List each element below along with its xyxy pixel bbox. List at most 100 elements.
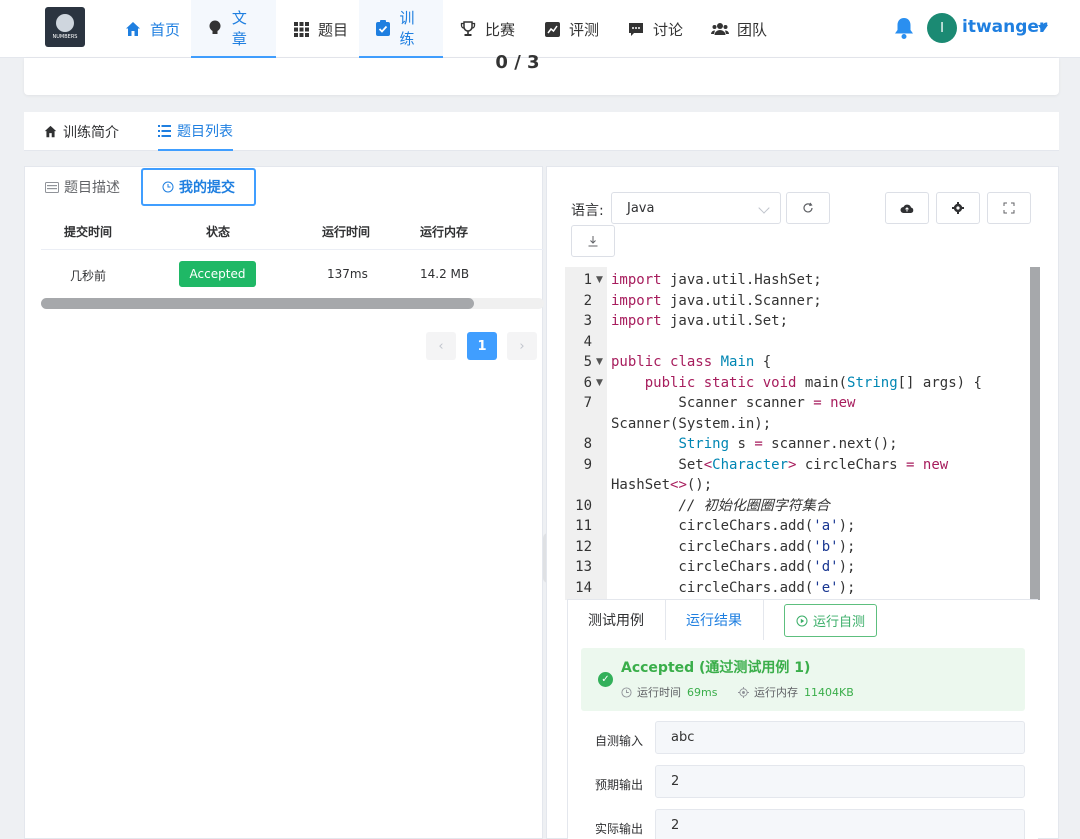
column-header[interactable]: 运行内存 — [420, 223, 468, 240]
self-test-input-field[interactable]: abc — [655, 721, 1025, 754]
result-summary: ✓ Accepted (通过测试用例 1) 运行时间 69ms 运行内存 114… — [581, 648, 1025, 711]
result-title: Accepted (通过测试用例 1) — [621, 660, 811, 676]
prev-page-button[interactable]: ‹ — [426, 332, 456, 360]
tab-test-case[interactable]: 测试用例 — [588, 600, 644, 640]
site-logo[interactable]: NUMBERS — [45, 7, 85, 47]
username[interactable]: itwanger — [962, 17, 1047, 37]
nav-teams[interactable]: 团队 — [695, 0, 783, 58]
code-line[interactable]: HashSet<>(); — [611, 475, 712, 495]
code-line[interactable]: circleChars.add('b'); — [611, 537, 855, 557]
fold-arrow-icon[interactable]: ▼ — [596, 373, 603, 393]
self-test-input-label: 自测输入 — [595, 734, 644, 748]
refresh-icon — [802, 199, 814, 218]
bulb-icon — [207, 19, 224, 37]
top-navbar: NUMBERS 首页 文章 题目 训练 比赛 评测 讨论 团队 I itwang… — [0, 0, 1080, 58]
horizontal-scrollbar-thumb[interactable] — [41, 298, 474, 309]
chevron-down-icon[interactable] — [1038, 25, 1048, 32]
tab-label: 题目描述 — [64, 180, 120, 196]
nav-discussion[interactable]: 讨论 — [611, 0, 699, 58]
editor-settings-button[interactable] — [936, 192, 980, 224]
code-line[interactable]: circleChars.add('a'); — [611, 516, 855, 536]
line-number: 4 — [583, 333, 592, 350]
nav-judge[interactable]: 评测 — [527, 0, 615, 58]
logo-text: NUMBERS — [52, 34, 78, 40]
tab-problem-list[interactable]: 题目列表 — [158, 112, 233, 151]
column-header[interactable]: 提交时间 — [64, 223, 112, 240]
nav-contests[interactable]: 比赛 — [443, 0, 531, 58]
fullscreen-button[interactable] — [987, 192, 1031, 224]
code-line[interactable]: String s = scanner.next(); — [611, 434, 897, 454]
tab-run-result[interactable]: 运行结果 — [686, 600, 742, 640]
tab-training-intro[interactable]: 训练简介 — [44, 112, 119, 151]
reset-code-button[interactable] — [786, 192, 830, 224]
line-number: 7 — [583, 395, 592, 411]
code-panel: 语言: Java 1 ▼ import java.util.HashSet; 2 imp… — [546, 166, 1059, 839]
run-self-test-button[interactable]: 运行自测 — [784, 604, 877, 637]
code-line[interactable]: Scanner scanner = new — [611, 393, 855, 413]
users-icon — [711, 20, 729, 38]
language-select[interactable]: Java — [611, 192, 781, 224]
upload-code-button[interactable] — [885, 192, 929, 224]
expected-output-field[interactable]: 2 — [655, 765, 1025, 798]
nav-articles[interactable]: 文章 — [191, 0, 276, 58]
user-avatar[interactable]: I — [927, 13, 957, 43]
tab-my-submissions[interactable]: 我的提交 — [141, 168, 256, 206]
runtime-meta: 运行时间 69ms — [621, 684, 717, 700]
code-line[interactable]: Scanner(System.in); — [611, 414, 771, 434]
code-line[interactable]: // 初始化圈圈字符集合 — [611, 496, 829, 516]
code-line[interactable]: circleChars.add('e'); — [611, 578, 855, 598]
clock-icon — [621, 686, 632, 698]
notification-bell-icon[interactable] — [892, 16, 916, 40]
code-editor[interactable]: 1 ▼ import java.util.HashSet; 2 import java.… — [565, 267, 1040, 600]
play-circle-icon — [796, 615, 808, 627]
nav-label: 训练 — [399, 9, 415, 48]
list-icon — [158, 124, 171, 137]
nav-home[interactable]: 首页 — [108, 0, 196, 58]
tab-label: 训练简介 — [63, 124, 119, 141]
training-tabs: 训练简介 题目列表 — [24, 112, 1059, 151]
fold-arrow-icon[interactable]: ▼ — [596, 352, 603, 372]
download-code-button[interactable] — [571, 225, 615, 257]
line-number: 3 — [583, 313, 592, 329]
line-number: 2 — [583, 292, 592, 309]
nav-training[interactable]: 训练 — [359, 0, 443, 58]
code-line[interactable]: import java.util.HashSet; — [611, 270, 822, 290]
nav-label: 首页 — [150, 20, 181, 39]
table-divider — [41, 249, 544, 250]
tab-problem-description[interactable]: 题目描述 — [45, 167, 120, 207]
runtime-value: 69ms — [687, 685, 718, 699]
code-line[interactable]: circleChars.add('d'); — [611, 557, 855, 577]
column-header[interactable]: 运行时间 — [322, 223, 370, 240]
line-number: 1 — [583, 272, 592, 288]
memory-cell: 14.2 MB — [420, 267, 470, 281]
next-page-button[interactable]: › — [507, 332, 537, 360]
actual-output-field[interactable]: 2 — [655, 809, 1025, 839]
chevron-down-icon — [758, 202, 770, 214]
training-progress: 0 / 3 — [495, 52, 540, 73]
tab-label: 题目列表 — [177, 123, 233, 140]
page-number-button[interactable]: 1 — [467, 332, 497, 360]
nav-problems[interactable]: 题目 — [276, 0, 364, 58]
submit-time-cell: 几秒前 — [70, 269, 107, 283]
line-number: 5 — [583, 354, 592, 370]
code-line[interactable]: import java.util.Scanner; — [611, 291, 822, 311]
editor-scrollbar[interactable] — [1030, 267, 1040, 600]
home-icon — [44, 125, 57, 138]
memory-label: 运行内存 — [754, 686, 798, 699]
code-line[interactable]: public class Main { — [611, 352, 771, 372]
tab-divider — [763, 600, 764, 640]
column-header[interactable]: 状态 — [206, 223, 230, 240]
run-console: 测试用例 运行结果 运行自测 ✓ Accepted (通过测试用例 1) 运行时… — [567, 599, 1038, 839]
code-line[interactable]: import java.util.Set; — [611, 311, 788, 331]
nav-label: 题目 — [318, 20, 349, 39]
code-line[interactable]: public static void main(String[] args) { — [611, 373, 982, 393]
fold-arrow-icon[interactable]: ▼ — [596, 270, 603, 290]
status-badge[interactable]: Accepted — [179, 261, 256, 287]
nav-label: 团队 — [737, 20, 768, 39]
fullscreen-icon — [1003, 199, 1015, 218]
cloud-upload-icon — [900, 199, 914, 218]
code-line[interactable]: Set<Character> circleChars = new — [611, 455, 948, 475]
nav-label: 评测 — [569, 20, 600, 39]
line-number: 10 — [575, 497, 592, 514]
actual-output-label: 实际输出 — [595, 822, 644, 836]
